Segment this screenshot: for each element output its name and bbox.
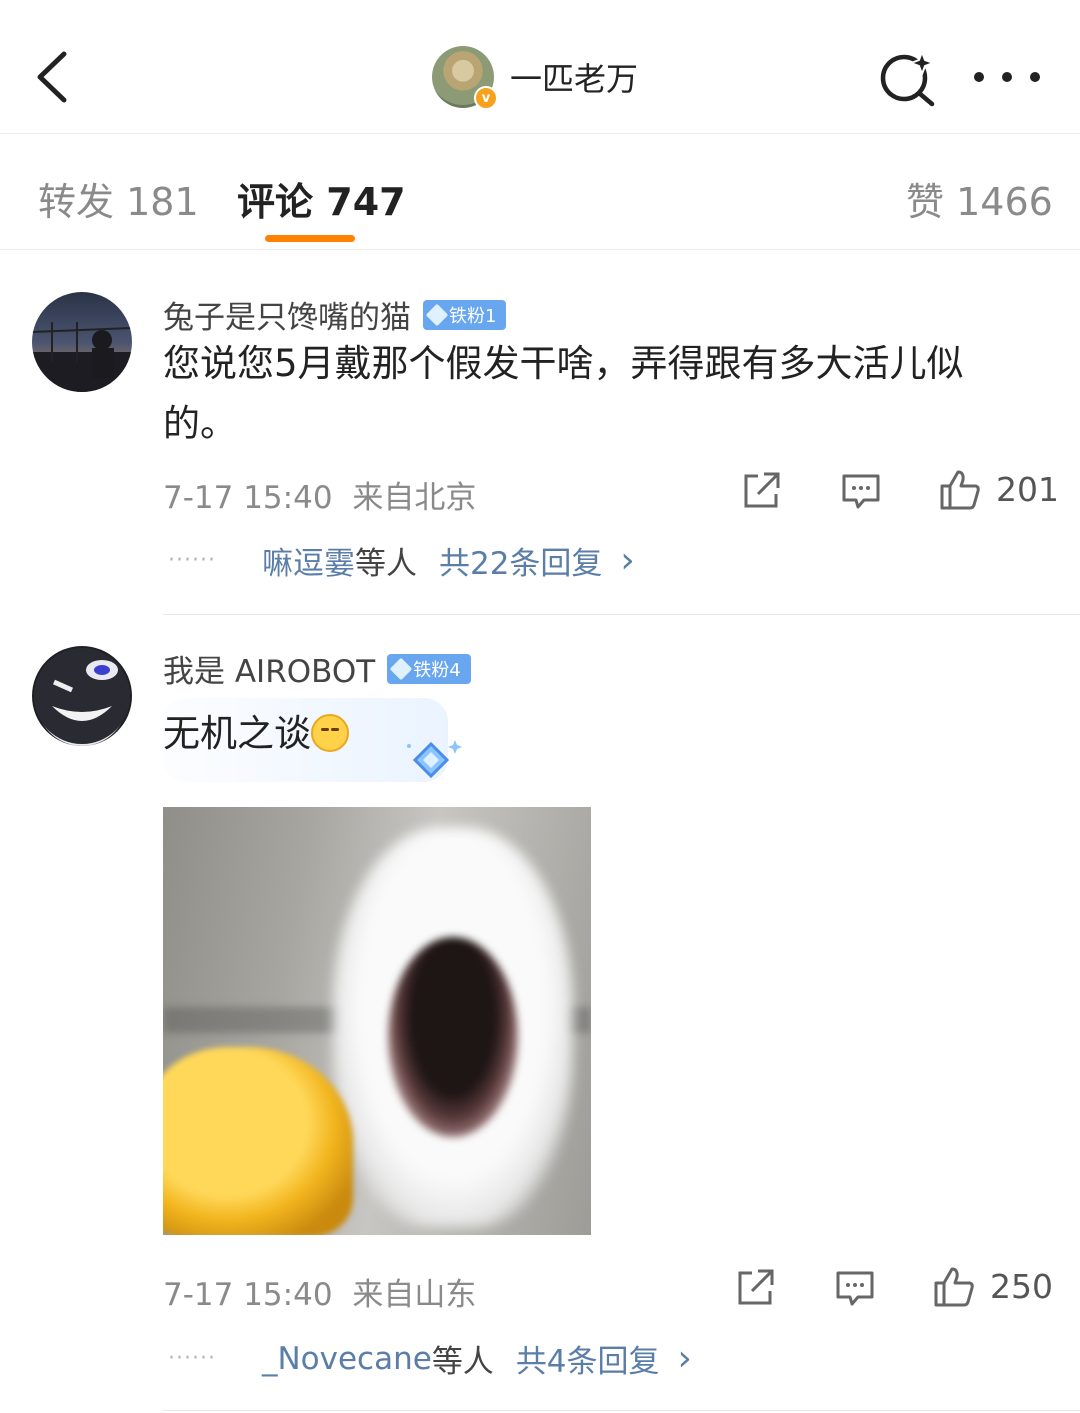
thumbs-up-icon: [934, 1267, 974, 1307]
comment-meta: 7-17 15:40 来自山东: [163, 1269, 476, 1314]
avatar[interactable]: v: [432, 46, 498, 110]
reply-total-link[interactable]: 共22条回复: [439, 538, 602, 583]
location: 来自北京: [352, 480, 477, 516]
smirk-emoji-icon: [311, 714, 349, 752]
share-icon: [744, 472, 780, 508]
tab-likes[interactable]: 赞 1466: [906, 171, 1053, 226]
avatar-image: [32, 322, 132, 392]
diamond-sparkle-icon: [407, 740, 462, 779]
tab-count: 181: [126, 180, 199, 224]
comment-icon: [836, 1271, 874, 1306]
thumbs-up-icon: [940, 470, 980, 510]
tab-bar: 转发 181 评论 747 赞 1466: [0, 135, 1080, 250]
avatar[interactable]: [32, 292, 132, 392]
tab-count: 747: [326, 180, 406, 224]
diamond-icon: [389, 657, 413, 680]
username-text: 我是 AIROBOT: [163, 654, 376, 690]
reply-summary[interactable]: ······ 嘛逗霎 等人 共22条回复 ›: [168, 538, 635, 583]
fan-badge[interactable]: 铁粉4: [387, 653, 471, 684]
avatar[interactable]: [32, 646, 132, 746]
back-button[interactable]: [30, 44, 80, 110]
fan-badge-label: 铁粉4: [413, 659, 461, 681]
tab-label: 赞: [906, 180, 945, 224]
repost-button[interactable]: [740, 470, 782, 516]
username[interactable]: 兔子是只馋嘴的猫 铁粉1: [163, 292, 507, 337]
comment-text-content: 无机之谈: [163, 712, 311, 755]
page-title: 一匹老万: [510, 60, 639, 98]
chevron-right-icon: ›: [677, 1338, 692, 1379]
comment-meta: 7-17 15:40 来自北京: [163, 472, 476, 517]
reply-button[interactable]: [834, 1267, 876, 1313]
reply-button[interactable]: [840, 470, 882, 516]
ellipsis-icon: ······: [168, 1346, 216, 1371]
tab-label: 转发: [38, 180, 115, 224]
username-text: 兔子是只馋嘴的猫: [163, 300, 411, 336]
divider: [163, 614, 1080, 615]
like-count: 201: [996, 470, 1059, 509]
chevron-right-icon: ›: [620, 540, 635, 581]
like-count: 250: [990, 1267, 1053, 1306]
ellipsis-icon: ······: [168, 548, 216, 573]
comment-text: 您说您5月戴那个假发干啥，弄得跟有多大活儿似的。: [163, 342, 964, 445]
search-button[interactable]: [876, 48, 938, 108]
profile-header[interactable]: v 一匹老万: [432, 45, 639, 110]
reply-summary[interactable]: ······ _Novecane 等人 共4条回复 ›: [168, 1336, 692, 1381]
share-icon: [738, 1269, 774, 1305]
tab-label: 评论: [237, 180, 314, 224]
chevron-left-icon: [37, 51, 67, 103]
comment-text: 无机之谈: [163, 704, 1033, 764]
reply-others-label: 等人: [431, 1344, 494, 1380]
like-button[interactable]: [932, 1265, 976, 1313]
timestamp: 7-17 15:40: [163, 480, 333, 516]
fan-badge[interactable]: 铁粉1: [423, 299, 507, 330]
more-dot: [1030, 72, 1040, 82]
more-dot: [974, 72, 984, 82]
tab-count: 1466: [956, 180, 1053, 224]
avatar-image: [34, 648, 130, 744]
verified-badge: v: [474, 86, 498, 110]
more-dot: [1002, 72, 1012, 82]
more-button[interactable]: [974, 60, 1040, 94]
divider: [163, 1410, 1080, 1411]
active-tab-indicator: [265, 235, 355, 242]
reply-total-link[interactable]: 共4条回复: [516, 1336, 660, 1381]
repost-button[interactable]: [734, 1267, 776, 1313]
reply-others-label: 等人: [354, 546, 417, 582]
comment-icon: [842, 474, 880, 509]
location: 来自山东: [352, 1277, 477, 1313]
diamond-icon: [425, 303, 449, 326]
comment-image[interactable]: [163, 807, 591, 1235]
search-sparkle-icon: [880, 49, 936, 107]
top-bar: v 一匹老万: [0, 0, 1080, 134]
tab-comments[interactable]: 评论 747: [237, 171, 406, 226]
like-button[interactable]: [938, 468, 982, 516]
fan-badge-label: 铁粉1: [449, 305, 497, 327]
reply-users[interactable]: 嘛逗霎: [262, 538, 355, 583]
username[interactable]: 我是 AIROBOT 铁粉4: [163, 646, 471, 691]
tab-reposts[interactable]: 转发 181: [38, 171, 199, 226]
timestamp: 7-17 15:40: [163, 1277, 333, 1313]
image-cat-mouth: [388, 937, 518, 1137]
reply-users[interactable]: _Novecane: [262, 1341, 432, 1377]
